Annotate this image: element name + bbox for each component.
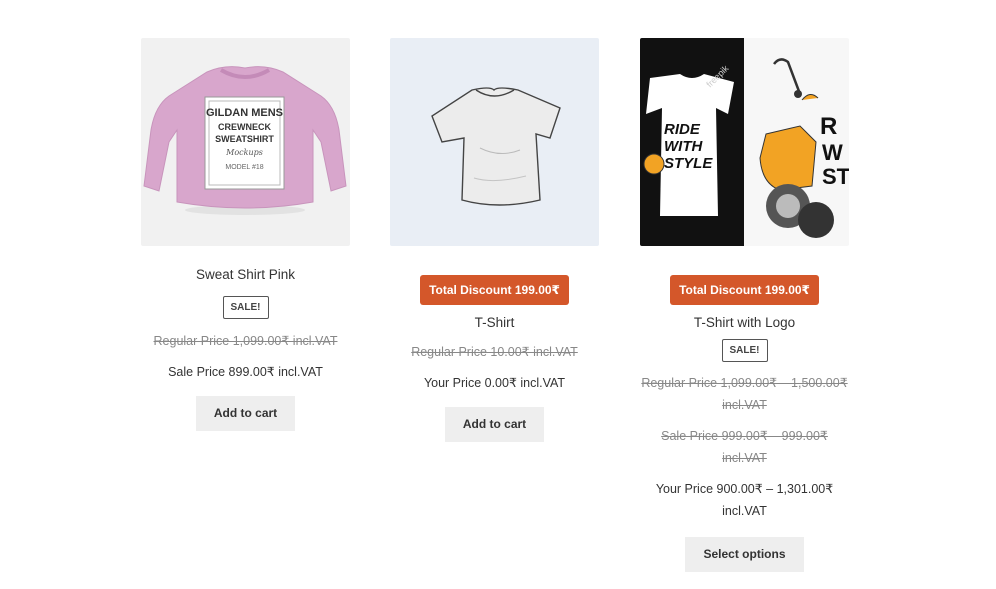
sweatshirt-label-line-4: Mockups xyxy=(225,148,263,157)
your-price: Your Price 900.00₹ – 1,301.00₹ incl.VAT xyxy=(640,478,849,522)
product-image[interactable]: RIDE WITH STYLE freepik R W ST xyxy=(640,38,849,246)
regular-price: Regular Price 10.00₹ incl.VAT xyxy=(411,345,578,359)
sweatshirt-label-line-5: MODEL #18 xyxy=(225,164,263,171)
tshirt-text-line-1: RIDE xyxy=(664,121,701,138)
sweatshirt-label-line-3: SWEATSHIRT xyxy=(215,134,274,144)
product-card: RIDE WITH STYLE freepik R W ST Total Dis… xyxy=(640,38,849,572)
product-name[interactable]: T-Shirt with Logo xyxy=(640,315,849,331)
scooter-text-r: R xyxy=(820,113,837,140)
sale-badge: SALE! xyxy=(222,296,269,319)
add-to-cart-button[interactable]: Add to cart xyxy=(444,407,545,442)
total-discount-badge: Total Discount 199.00₹ xyxy=(670,275,819,305)
your-price-line-1: Your Price 900.00₹ – 1,301.00₹ xyxy=(655,482,834,496)
product-image[interactable] xyxy=(390,38,599,246)
sale-price: Sale Price 899.00₹ incl.VAT xyxy=(168,365,323,379)
regular-price: Regular Price 1,099.00₹ incl.VAT xyxy=(153,334,338,348)
your-price: Your Price 0.00₹ incl.VAT xyxy=(423,376,566,390)
your-price-line-2: incl.VAT xyxy=(722,504,767,518)
product-name[interactable]: T-Shirt xyxy=(390,315,599,331)
product-card: Total Discount 199.00₹ T-Shirt Regular P… xyxy=(390,38,599,442)
pink-sweatshirt-image: GILDAN MENS CREWNECK SWEATSHIRT Mockups … xyxy=(141,38,350,246)
product-card: GILDAN MENS CREWNECK SWEATSHIRT Mockups … xyxy=(141,38,350,431)
sale-price: Sale Price 999.00₹ – 999.00₹ incl.VAT xyxy=(661,429,828,465)
total-discount-badge: Total Discount 199.00₹ xyxy=(420,275,569,305)
sweatshirt-label-line-1: GILDAN MENS xyxy=(206,107,283,119)
white-tshirt-image xyxy=(390,38,599,246)
tshirt-text-line-2: WITH xyxy=(664,138,703,155)
regular-price: Regular Price 1,099.00₹ – 1,500.00₹ incl… xyxy=(640,372,849,416)
regular-price-line-1: Regular Price 1,099.00₹ – 1,500.00₹ xyxy=(641,376,848,390)
product-image[interactable]: GILDAN MENS CREWNECK SWEATSHIRT Mockups … xyxy=(141,38,350,246)
select-options-button[interactable]: Select options xyxy=(685,537,804,572)
scooter-text-w: W xyxy=(822,140,843,165)
sale-badge: SALE! xyxy=(721,339,768,362)
regular-price-line-2: incl.VAT xyxy=(722,398,767,412)
scooter-tshirt-image: RIDE WITH STYLE freepik R W ST xyxy=(640,38,849,246)
add-to-cart-button[interactable]: Add to cart xyxy=(195,396,296,431)
sweatshirt-label-line-2: CREWNECK xyxy=(218,122,271,132)
tshirt-text-line-3: STYLE xyxy=(664,155,713,172)
scooter-text-st: ST xyxy=(822,164,849,189)
product-name[interactable]: Sweat Shirt Pink xyxy=(141,267,350,283)
